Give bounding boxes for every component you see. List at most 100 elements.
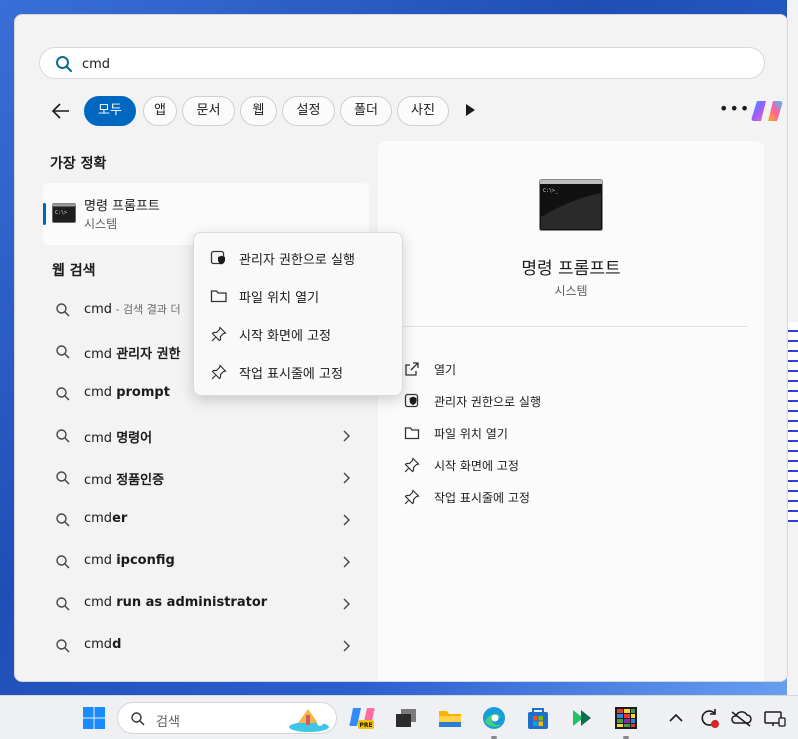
chevron-right-icon[interactable] [341,640,351,652]
media-player-icon[interactable] [568,704,596,732]
search-icon [56,56,73,73]
edge-browser-icon[interactable] [480,704,508,732]
web-suggestion[interactable]: cmd run as administrator [43,586,369,622]
chevron-right-icon[interactable] [341,556,351,568]
more-filters-arrow-icon[interactable] [466,104,475,116]
action-label: 작업 표시줄에 고정 [434,491,530,505]
web-search-title: 웹 검색 [52,263,96,279]
best-match-subtitle: 시스템 [84,217,118,231]
web-suggestion-text: cmdd [84,637,122,652]
taskbar-search-label: 검색 [156,715,180,730]
chevron-right-icon[interactable] [341,514,351,526]
search-icon [131,712,145,726]
tab-all[interactable]: 모두 [84,96,136,126]
sync-icon[interactable] [696,704,722,732]
pin-icon [211,364,227,380]
context-open-file-location[interactable]: 파일 위치 열기 [198,278,398,312]
action-label: 관리자 권한으로 실행 [434,395,541,409]
copilot-icon[interactable] [751,97,783,125]
action-label: 파일 위치 열기 [434,427,508,441]
action-label: 열기 [434,363,457,377]
context-pin-to-start[interactable]: 시작 화면에 고정 [198,316,398,350]
web-suggestion-text: cmd run as administrator [84,595,268,610]
preview-pane: C:\>_ 명령 프롬프트 시스템 열기 관리자 권한으로 실행 파일 위치 열… [378,141,764,681]
search-icon [56,513,70,527]
search-icon [56,345,70,359]
search-icon [56,303,70,317]
web-suggestion[interactable]: cmd 정품인증 [43,460,369,496]
open-external-icon [405,362,419,376]
copilot-pre-icon[interactable]: PRE [348,704,376,732]
taskbar-search[interactable]: 검색 [117,702,337,734]
chevron-up-icon[interactable] [664,704,688,732]
selection-indicator [43,203,46,225]
context-item-label: 작업 표시줄에 고정 [239,367,343,382]
display-network-icon[interactable] [762,704,788,732]
web-suggestion-text: cmd 정품인증 [84,473,165,488]
taskbar: 검색 PRE [0,695,798,739]
chevron-right-icon[interactable] [341,472,351,484]
microsoft-store-icon[interactable] [524,704,552,732]
best-match-name: 명령 프롬프트 [84,199,160,214]
pin-icon [211,326,227,342]
folder-icon [404,427,420,440]
search-icon [56,597,70,611]
file-explorer-icon[interactable] [436,704,464,732]
more-options-icon[interactable]: ••• [719,97,749,123]
search-icon [56,639,70,653]
back-arrow-icon[interactable] [49,99,73,123]
chevron-right-icon[interactable] [341,598,351,610]
preview-subtitle: 시스템 [554,284,588,298]
web-suggestion[interactable]: cmdd [43,628,369,664]
background-window-content [787,322,798,522]
action-open-file-location[interactable]: 파일 위치 열기 [404,421,734,445]
search-input[interactable] [82,53,742,75]
search-icon [56,471,70,485]
command-prompt-icon: C:\>_ [539,179,603,231]
folder-icon [210,290,227,303]
tiled-app-icon[interactable] [612,704,640,732]
pin-icon [404,489,420,505]
task-view-icon[interactable] [392,704,420,732]
web-suggestion-text: cmder [84,511,128,526]
tab-apps[interactable]: 앱 [143,96,177,126]
svg-text:C:\>_: C:\>_ [543,188,559,194]
search-highlight-icon [289,709,329,732]
command-prompt-icon: C:\> [52,203,76,223]
web-suggestion[interactable]: cmd 명령어 [43,418,369,454]
action-label: 시작 화면에 고정 [434,459,519,473]
chevron-right-icon[interactable] [341,430,351,442]
action-open[interactable]: 열기 [404,357,734,381]
search-icon [56,387,70,401]
action-pin-to-taskbar[interactable]: 작업 표시줄에 고정 [404,485,734,509]
filter-bar: 모두 앱 문서 웹 설정 폴더 사진 ••• [39,95,783,127]
context-menu: 관리자 권한으로 실행 파일 위치 열기 시작 화면에 고정 작업 표시줄에 고… [193,232,403,396]
tab-folders[interactable]: 폴더 [340,96,392,126]
cloud-offline-icon[interactable] [728,704,754,732]
context-run-as-admin[interactable]: 관리자 권한으로 실행 [198,240,398,274]
web-suggestion-text: cmd prompt [84,385,170,400]
web-suggestion[interactable]: cmder [43,502,369,538]
pin-icon [404,457,420,473]
shield-icon [210,250,225,265]
context-pin-to-taskbar[interactable]: 작업 표시줄에 고정 [198,354,398,388]
windows-start-icon[interactable] [80,704,108,732]
web-suggestion-text: cmd - 검색 결과 더 [84,302,181,317]
shield-icon [404,393,419,408]
tab-photos[interactable]: 사진 [397,96,449,126]
svg-text:PRE: PRE [360,722,373,729]
action-run-as-admin[interactable]: 관리자 권한으로 실행 [404,389,734,413]
web-suggestion[interactable]: cmd ipconfig [43,544,369,580]
tab-settings[interactable]: 설정 [282,96,335,126]
preview-title: 명령 프롬프트 [521,259,621,279]
action-pin-to-start[interactable]: 시작 화면에 고정 [404,453,734,477]
web-suggestion-text: cmd 관리자 권한 [84,347,181,362]
tab-web[interactable]: 웹 [240,96,277,126]
web-suggestion-text: cmd ipconfig [84,553,175,568]
search-box[interactable] [39,47,765,79]
tab-documents[interactable]: 문서 [182,96,235,126]
divider [402,326,748,327]
best-match-title: 가장 정확 [50,156,107,172]
context-item-label: 시작 화면에 고정 [239,329,331,344]
svg-text:C:\>: C:\> [55,210,67,216]
